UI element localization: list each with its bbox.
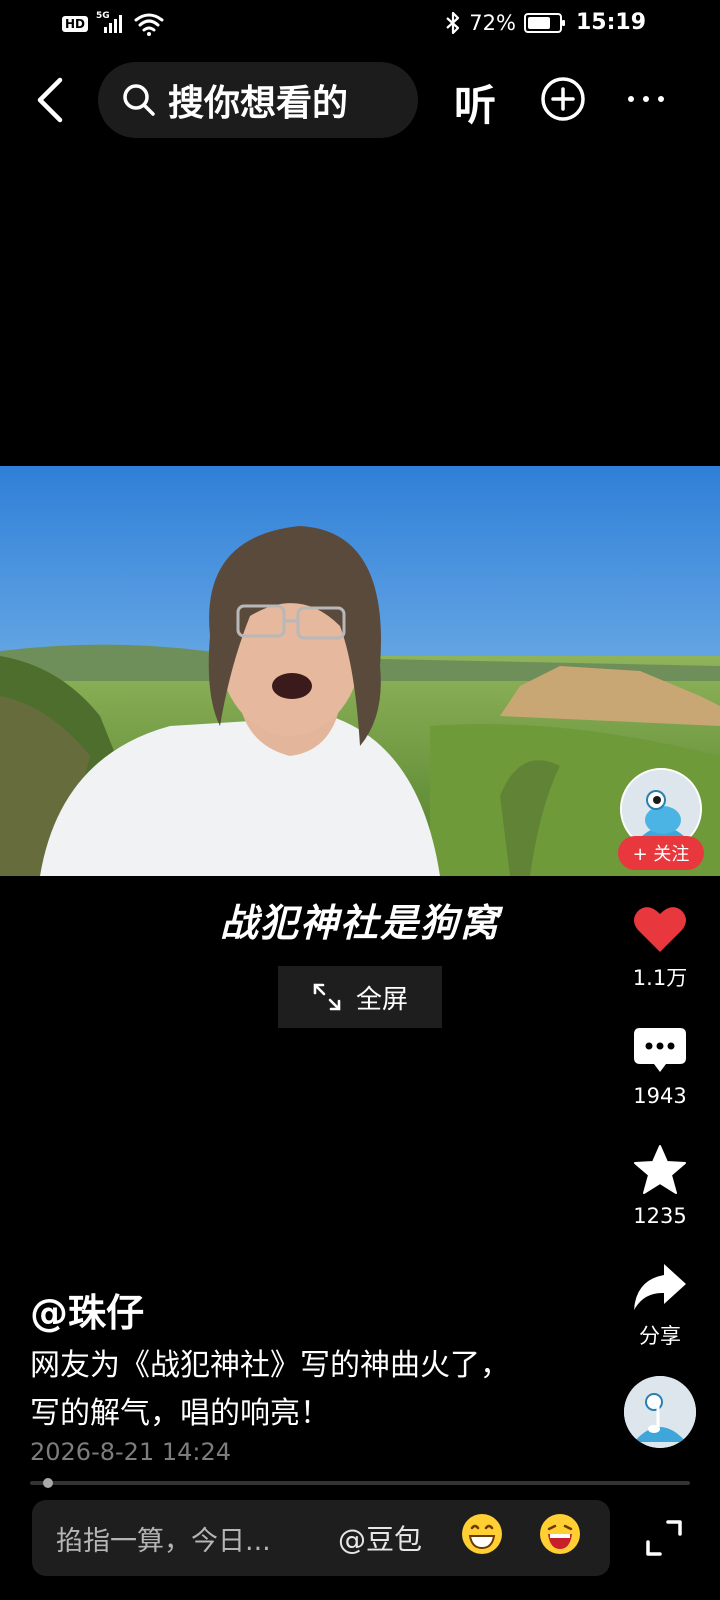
comment-placeholder: 掐指一算，今日... — [56, 1525, 271, 1557]
share-label: 分享 — [639, 1324, 681, 1348]
post-description: 网友为《战犯神社》写的神曲火了，写的解气，唱的响亮！ — [30, 1348, 510, 1431]
star-icon — [634, 1145, 686, 1194]
video-frame[interactable] — [0, 466, 720, 876]
video-scene — [0, 466, 720, 876]
battery-percent: 72% — [469, 10, 516, 35]
more-options-icon[interactable] — [628, 96, 664, 102]
battery-icon — [523, 12, 565, 33]
search-icon — [123, 84, 155, 116]
wifi-icon — [134, 13, 164, 36]
expand-arrows-icon — [313, 983, 341, 1011]
progress-handle[interactable] — [43, 1478, 54, 1488]
cellular-signal-icon: 5G — [96, 11, 126, 35]
favorite-button[interactable]: 1235 — [616, 1144, 704, 1228]
back-arrow-icon[interactable] — [32, 76, 72, 124]
post-date: 2026-8-21 14:24 — [30, 1438, 231, 1466]
author-name[interactable]: @珠仔 — [30, 1282, 144, 1337]
fullscreen-button[interactable]: 全屏 — [278, 966, 442, 1028]
grin-emoji-icon[interactable] — [460, 1512, 504, 1556]
like-button[interactable]: 1.1万 — [616, 904, 704, 992]
plus-circle-icon[interactable] — [540, 76, 586, 122]
clock: 15:19 — [575, 10, 646, 35]
expand-icon[interactable] — [644, 1518, 684, 1558]
video-progress-bar[interactable] — [30, 1478, 690, 1488]
ai-mention-button[interactable]: @豆包 — [338, 1518, 422, 1558]
heart-icon — [634, 907, 686, 952]
fullscreen-label: 全屏 — [355, 984, 408, 1015]
follow-button[interactable]: + 关注 — [618, 836, 704, 870]
comment-button[interactable]: 1943 — [616, 1026, 704, 1108]
search-bar[interactable]: 搜你想看的 — [98, 62, 418, 138]
hd-indicator: HD — [62, 16, 89, 32]
status-bar: HD 5G 72% 15:19 — [0, 0, 720, 48]
share-arrow-icon — [634, 1264, 686, 1310]
share-button[interactable]: 分享 — [616, 1262, 704, 1350]
bluetooth-icon — [446, 11, 460, 34]
search-placeholder: 搜你想看的 — [168, 83, 349, 124]
comment-input[interactable]: 掐指一算，今日... @豆包 — [32, 1500, 610, 1576]
music-disc[interactable] — [624, 1376, 696, 1448]
laugh-emoji-icon[interactable] — [538, 1512, 582, 1556]
comment-bubble-icon — [634, 1028, 686, 1072]
favorite-count: 1235 — [633, 1204, 687, 1228]
like-count: 1.1万 — [632, 966, 688, 990]
video-caption: 战犯神社是狗窝 — [219, 901, 500, 945]
listen-button[interactable]: 听 — [454, 72, 496, 133]
comment-count: 1943 — [633, 1084, 687, 1108]
